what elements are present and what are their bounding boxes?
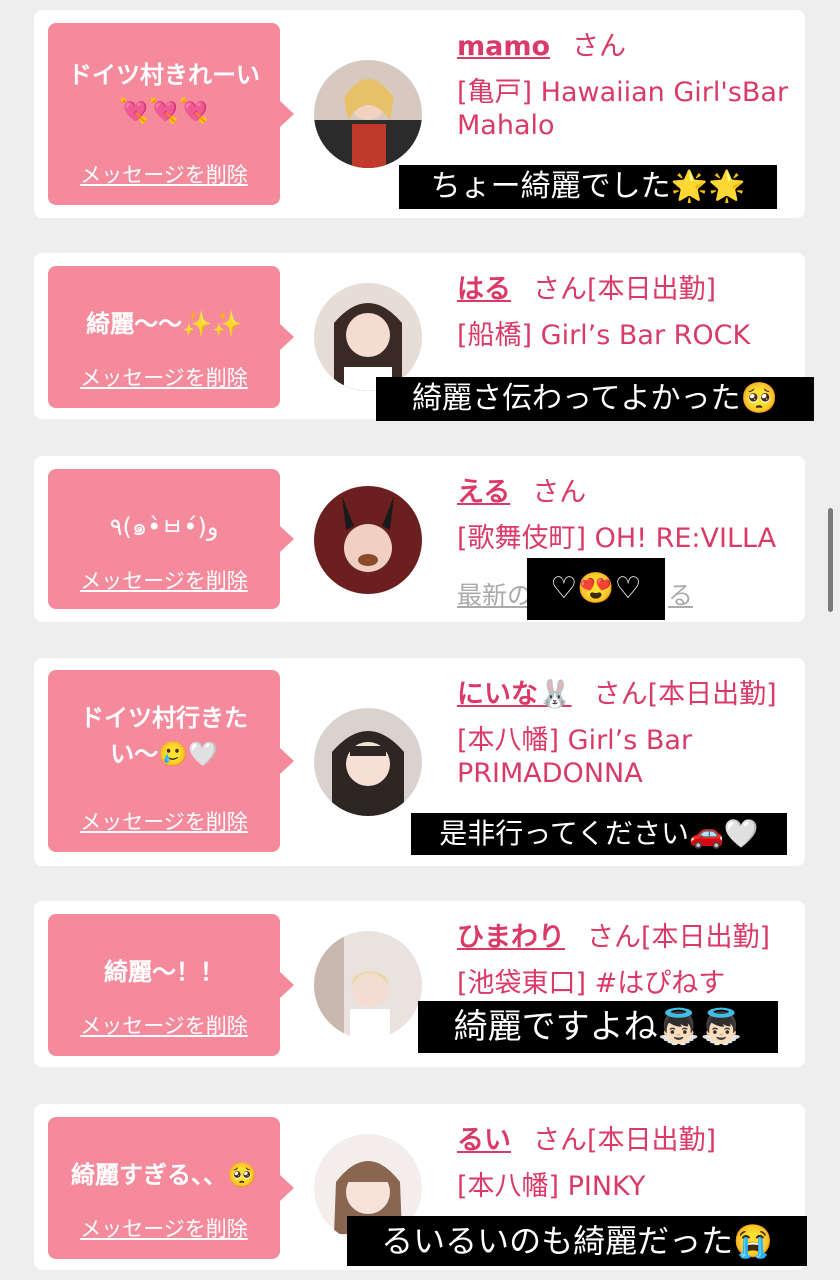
message-text-content: 綺麗すぎる、、🥺 — [71, 1161, 257, 1189]
delete-message-link[interactable]: メッセージを削除 — [48, 362, 280, 392]
message-bubble: 綺麗すぎる、、🥺 メッセージを削除 — [48, 1117, 280, 1259]
shop-name: [池袋東口] #はぴねす — [457, 968, 726, 999]
story-caption: 綺麗さ伝わってよかった🥺 — [376, 377, 814, 421]
message-text-content: 綺麗〜〜✨✨ — [86, 310, 242, 338]
story-caption: 綺麗ですよね👼🏻👼🏻 — [418, 1001, 778, 1053]
sender-name-link[interactable]: える — [457, 477, 510, 508]
sender-name-row: はる さん[本日出勤] — [457, 267, 716, 306]
sender-name-link[interactable]: はる — [457, 274, 511, 305]
shop-name: [本八幡] Girl’s Bar — [457, 725, 693, 756]
message-text-content: ドイツ村行きたい〜🥲🤍 — [80, 704, 248, 768]
delete-message-link[interactable]: メッセージを削除 — [48, 1010, 280, 1040]
delete-message-link[interactable]: メッセージを削除 — [48, 159, 280, 189]
message-text-content: 綺麗〜！！ — [104, 958, 224, 986]
sender-name-row: える さん — [457, 470, 586, 509]
delete-message-link[interactable]: メッセージを削除 — [48, 1213, 280, 1243]
latest-post-link-end: る — [668, 581, 694, 610]
message-card: 綺麗すぎる、、🥺 メッセージを削除 るい さん[本日出勤] [本八幡] PINKY… — [34, 1104, 807, 1270]
avatar[interactable] — [314, 60, 422, 168]
avatar[interactable] — [314, 931, 422, 1039]
message-card: 綺麗〜〜✨✨ メッセージを削除 はる さん[本日出勤] [船橋] Girl’s B… — [34, 253, 814, 421]
message-text: 綺麗すぎる、、🥺 — [48, 1157, 280, 1193]
story-caption: 是非行ってください🚗🤍 — [411, 813, 787, 855]
sender-name-row: にいな🐰 さん[本日出勤] — [457, 672, 777, 711]
shop-name: [本八幡] PINKY — [457, 1171, 646, 1202]
sender-name-link[interactable]: mamo — [457, 31, 550, 62]
shop-name: [亀戸] Hawaiian Girl'sBar — [457, 77, 789, 108]
shop-name: [歌舞伎町] OH! RE:VILLA — [457, 523, 777, 554]
avatar[interactable] — [314, 708, 422, 816]
message-text-content: ドイツ村きれーい💘💘💘 — [68, 61, 260, 125]
sender-honorific: さん[本日出勤] — [533, 1125, 717, 1156]
message-text-content: ٩(๑•̀ㅂ•́)و — [109, 513, 219, 541]
sender-honorific: さん[本日出勤] — [593, 679, 777, 710]
sender-name-link[interactable]: にいな🐰 — [457, 679, 572, 710]
message-card: ドイツ村きれーい💘💘💘 メッセージを削除 mamo さん [亀戸] Hawaiia… — [34, 10, 805, 218]
sender-honorific: さん[本日出勤] — [533, 274, 717, 305]
sender-honorific: さん — [532, 477, 587, 508]
message-text: ٩(๑•̀ㅂ•́)و — [48, 509, 280, 545]
latest-post-link-start: 最新の — [457, 581, 533, 610]
message-text: 綺麗〜〜✨✨ — [48, 306, 280, 342]
sender-honorific: さん[本日出勤] — [587, 922, 771, 953]
story-caption: ちょー綺麗でした🌟🌟 — [399, 165, 777, 209]
message-bubble: 綺麗〜〜✨✨ メッセージを削除 — [48, 266, 280, 408]
message-card: ٩(๑•̀ㅂ•́)و メッセージを削除 える さん [歌舞伎町] OH! RE:V… — [34, 456, 805, 622]
sender-name-link[interactable]: ひまわり — [457, 922, 565, 953]
sender-name-row: mamo さん — [457, 24, 626, 63]
avatar[interactable] — [314, 283, 422, 391]
scrollbar[interactable] — [828, 508, 833, 612]
story-caption: ♡😍♡ — [527, 558, 665, 620]
sender-honorific: さん — [572, 31, 627, 62]
shop-name: [船橋] Girl’s Bar ROCK — [457, 320, 751, 351]
story-caption: るいるいのも綺麗だった😭 — [347, 1216, 807, 1266]
shop-name-continued: Mahalo — [457, 110, 555, 141]
sender-name-row: ひまわり さん[本日出勤] — [457, 915, 770, 954]
delete-message-link[interactable]: メッセージを削除 — [48, 565, 280, 595]
message-bubble: ٩(๑•̀ㅂ•́)و メッセージを削除 — [48, 469, 280, 609]
message-text: ドイツ村きれーい💘💘💘 — [48, 57, 280, 129]
delete-message-link[interactable]: メッセージを削除 — [48, 806, 280, 836]
message-bubble: 綺麗〜！！ メッセージを削除 — [48, 914, 280, 1056]
message-card: ドイツ村行きたい〜🥲🤍 メッセージを削除 にいな🐰 さん[本日出勤] [本八幡] … — [34, 658, 805, 866]
message-bubble: ドイツ村きれーい💘💘💘 メッセージを削除 — [48, 23, 280, 205]
sender-name-row: るい さん[本日出勤] — [457, 1118, 716, 1157]
avatar[interactable] — [314, 486, 422, 594]
message-text: 綺麗〜！！ — [48, 954, 280, 990]
message-text: ドイツ村行きたい〜🥲🤍 — [48, 700, 280, 772]
shop-name-continued: PRIMADONNA — [457, 758, 643, 789]
message-card: 綺麗〜！！ メッセージを削除 ひまわり さん[本日出勤] [池袋東口] #はぴねす… — [34, 901, 805, 1067]
message-bubble: ドイツ村行きたい〜🥲🤍 メッセージを削除 — [48, 670, 280, 852]
sender-name-link[interactable]: るい — [457, 1125, 511, 1156]
